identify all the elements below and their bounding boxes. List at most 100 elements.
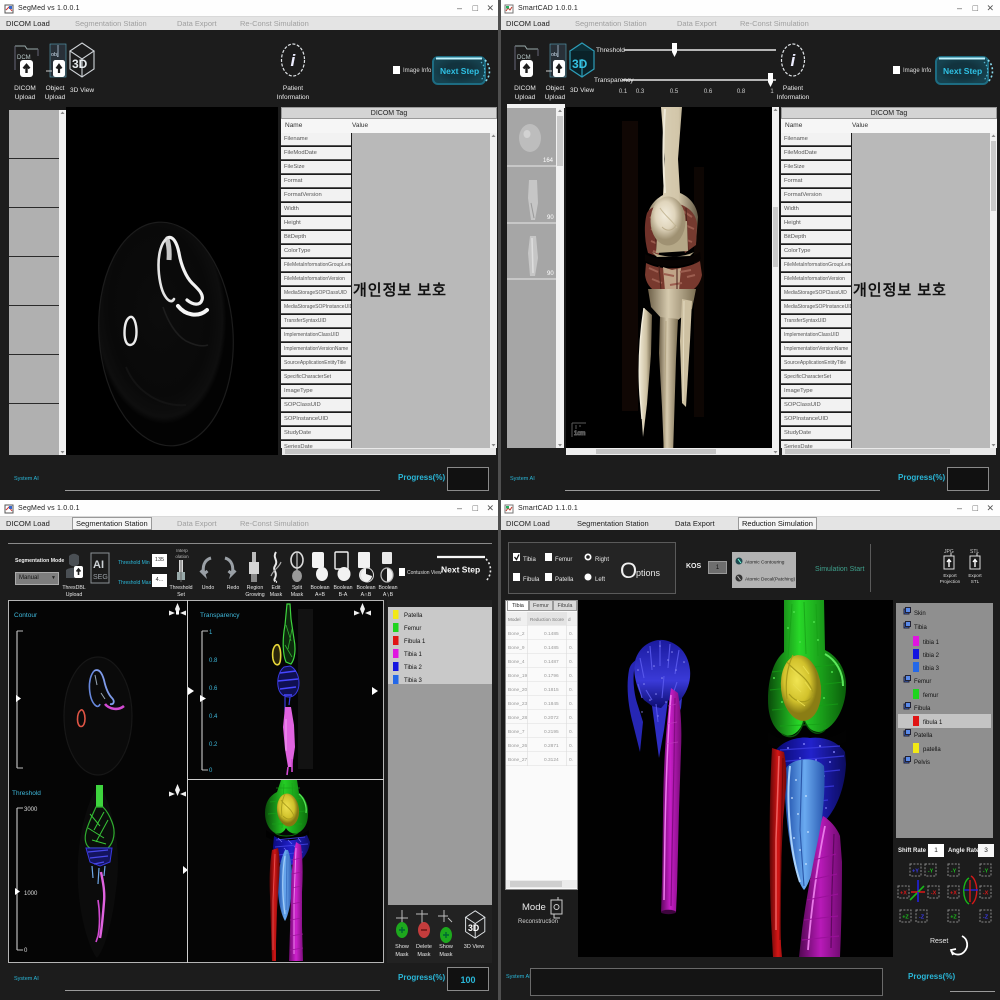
svg-text:164: 164 [543,158,554,164]
svg-text:+X: +X [950,891,957,897]
svg-text:Tibia: Tibia [523,557,536,563]
svg-text:-Y: -Y [951,869,957,875]
svg-text:0.1815: 0.1815 [544,687,559,693]
svg-text:Bone_27: Bone_27 [508,757,528,763]
svg-text:Tibia 1: Tibia 1 [404,652,422,658]
svg-text:patella: patella [923,747,941,753]
svg-text:Patella: Patella [914,733,933,739]
svg-text:0.8: 0.8 [209,658,218,664]
svg-text:0.: 0. [569,715,573,721]
svg-text:0.3124: 0.3124 [544,757,559,763]
svg-text:Projection: Projection [940,579,961,584]
svg-text:femur: femur [923,693,938,699]
svg-text:0.: 0. [569,701,573,707]
svg-text:1: 1 [209,630,213,636]
svg-text:Bone_19: Bone_19 [508,673,528,679]
svg-text:tibia 1: tibia 1 [923,640,940,646]
svg-text:+X: +X [900,891,907,897]
svg-text:-Y: -Y [983,869,989,875]
svg-text:Left: Left [595,577,605,583]
svg-text:Bone_2: Bone_2 [508,631,525,637]
svg-text:0.2072: 0.2072 [544,715,559,721]
svg-text:0.2: 0.2 [209,742,218,748]
svg-text:Atomic Decal(Patching): Atomic Decal(Patching) [745,577,796,583]
svg-text:0.: 0. [569,659,573,665]
svg-text:0.: 0. [569,631,573,637]
svg-text:+Z: +Z [902,915,909,921]
svg-text:3D: 3D [468,923,479,933]
svg-text:Model: Model [508,617,521,622]
svg-text:0.4: 0.4 [209,714,218,720]
svg-text:Femur: Femur [555,557,572,563]
svg-text:-X: -X [983,891,989,897]
svg-text:Next Step: Next Step [943,66,982,76]
svg-text:Contour: Contour [14,612,38,619]
svg-text:Fibula 1: Fibula 1 [404,639,426,645]
svg-text:Export: Export [968,573,982,578]
svg-text:Show: Show [395,944,409,950]
svg-text:0.: 0. [569,743,573,749]
svg-text:Bone_20: Bone_20 [508,687,528,693]
svg-text:Show: Show [439,944,453,950]
svg-text:Bone_23: Bone_23 [508,701,528,707]
svg-text:3D: 3D [572,57,588,71]
svg-text:0: 0 [209,768,213,774]
svg-text:+Y: +Y [912,869,919,875]
svg-text:0.: 0. [569,687,573,693]
svg-text:ptions: ptions [636,568,661,578]
svg-text:0.1485: 0.1485 [544,645,559,651]
svg-text:Bone_26: Bone_26 [508,743,528,749]
svg-text:obj: obj [551,52,558,58]
svg-text:i: i [791,51,797,70]
svg-text:Next Step: Next Step [441,565,480,575]
svg-text:Bone_9: Bone_9 [508,645,525,651]
svg-text:Reduction Score: Reduction Score [530,617,564,622]
svg-text:tibia 3: tibia 3 [923,666,940,672]
svg-text:0.: 0. [569,673,573,679]
svg-text:-Z: -Z [919,915,925,921]
svg-text:Skin: Skin [914,611,926,617]
svg-text:Bone_28: Bone_28 [508,715,528,721]
svg-text:fibula 1: fibula 1 [923,720,943,726]
svg-text:1000: 1000 [24,891,38,897]
svg-text:JPG: JPG [944,549,954,555]
svg-text:0.: 0. [569,645,573,651]
svg-text:i: i [291,51,297,70]
svg-text:Threshold: Threshold [12,790,41,797]
svg-text:90: 90 [547,215,554,221]
svg-text:-Y: -Y [928,869,934,875]
svg-text:Fibula: Fibula [914,706,931,712]
svg-text:3D View: 3D View [464,944,484,950]
svg-text:0.1487: 0.1487 [544,659,559,665]
svg-text:Patella: Patella [404,613,423,619]
svg-text:Tibia 2: Tibia 2 [404,665,422,671]
svg-text:3000: 3000 [24,807,38,813]
svg-text:0.: 0. [569,729,573,735]
svg-text:0.1845: 0.1845 [544,701,559,707]
svg-text:d: d [568,617,571,622]
svg-text:Mask: Mask [439,952,452,958]
svg-text:0.1796: 0.1796 [544,673,559,679]
svg-text:AI: AI [93,559,104,571]
svg-text:obj: obj [51,52,58,58]
svg-text:3D: 3D [72,57,88,71]
svg-text:Next Step: Next Step [440,66,479,76]
svg-text:O: O [620,558,637,583]
svg-text:tibia 2: tibia 2 [923,653,940,659]
svg-text:Transparency: Transparency [200,612,240,619]
svg-text:Bone_4: Bone_4 [508,659,525,665]
svg-text:0.6: 0.6 [209,686,218,692]
svg-text:Pelvis: Pelvis [914,760,930,766]
svg-text:Mask: Mask [417,952,430,958]
svg-text:Mask: Mask [395,952,408,958]
svg-text:SEG: SEG [93,574,108,581]
svg-text:Femur: Femur [404,626,421,632]
svg-text:Delete: Delete [416,944,432,950]
svg-text:1cm: 1cm [574,431,585,437]
svg-text:Right: Right [595,557,609,563]
svg-text:Atomic Contouring: Atomic Contouring [745,560,785,566]
svg-text:-Z: -Z [983,915,989,921]
svg-text:90: 90 [547,271,554,277]
svg-text:STL: STL [970,549,979,555]
svg-text:Tibia: Tibia [914,625,927,631]
